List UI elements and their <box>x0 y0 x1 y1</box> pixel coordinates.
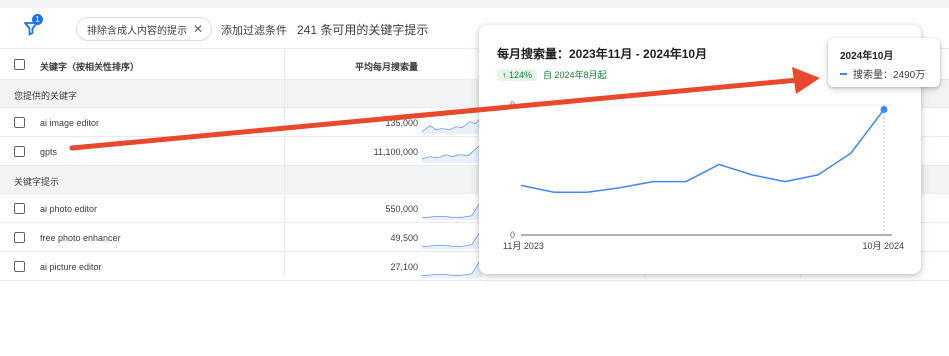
row-checkbox[interactable] <box>14 261 25 272</box>
row-checkbox[interactable] <box>14 203 25 214</box>
trend-sparkline[interactable] <box>422 141 482 163</box>
close-icon[interactable]: ✕ <box>193 22 203 36</box>
growth-indicator: ↑ 124% 自 2024年8月起 <box>497 67 607 82</box>
select-all-checkbox[interactable] <box>14 59 25 70</box>
series-line <box>520 109 885 193</box>
growth-badge: ↑ 124% <box>497 68 538 81</box>
add-filter-button[interactable]: 添加过滤条件 <box>221 22 287 38</box>
volume-cell: 550,000 <box>385 204 418 214</box>
trend-sparkline[interactable] <box>422 112 482 134</box>
trend-sparkline[interactable] <box>422 198 482 220</box>
volume-cell: 11,100,000 <box>373 147 418 157</box>
row-checkbox[interactable] <box>14 117 25 128</box>
keyword-cell: ai photo editor <box>40 204 98 214</box>
x-tick-start: 11月 2023 <box>503 241 544 251</box>
keyword-count: 241 条可用的关键字提示 <box>297 23 429 37</box>
volume-cell: 49,500 <box>390 233 418 243</box>
y-tick-zero: 0 <box>510 230 515 240</box>
y-tick-top: 0 <box>510 100 515 110</box>
column-divider <box>644 274 645 278</box>
arrow-up-icon: ↑ <box>502 69 507 80</box>
keyword-cell: ai image editor <box>40 118 100 128</box>
chart-tooltip: 2024年10月 搜索量：2490万 <box>828 38 940 87</box>
trend-sparkline[interactable] <box>422 256 482 278</box>
trend-sparkline[interactable] <box>422 227 482 249</box>
chip-label: 排除含成人内容的提示 <box>87 25 187 37</box>
group-label: 关键字提示 <box>14 177 60 187</box>
filter-count-badge: 1 <box>32 14 43 25</box>
volume-line-chart[interactable]: 0011月 2023 10月 2024 <box>479 85 921 255</box>
row-checkbox[interactable] <box>14 146 25 157</box>
column-divider <box>800 274 801 278</box>
x-tick-end: 10月 2024 <box>862 241 904 251</box>
column-header-volume[interactable]: 平均每月搜索量 <box>284 60 418 73</box>
group-label: 您提供的关键字 <box>14 91 78 101</box>
series-swatch <box>840 72 847 75</box>
tooltip-date: 2024年10月 <box>840 51 894 62</box>
volume-cell: 135,000 <box>385 118 418 128</box>
keyword-cell: ai picture editor <box>40 262 102 272</box>
column-header-keyword[interactable]: 关键字（按相关性排序） <box>40 60 139 73</box>
growth-percent: 124% <box>509 69 533 80</box>
tooltip-value: 搜索量：2490万 <box>853 70 926 81</box>
popover-title: 每月搜索量：2023年11月 - 2024年10月 <box>497 47 708 61</box>
volume-cell: 27,100 <box>390 262 418 272</box>
keyword-cell: gpts <box>40 147 58 157</box>
keyword-cell: free photo enhancer <box>40 233 121 243</box>
column-divider <box>284 48 285 276</box>
adult-content-filter-chip[interactable]: 排除含成人内容的提示 ✕ <box>76 17 213 41</box>
growth-since: 自 2024年8月起 <box>543 70 607 80</box>
top-strip <box>0 0 949 8</box>
row-checkbox[interactable] <box>14 232 25 243</box>
tooltip-series: 搜索量：2490万 <box>840 66 925 81</box>
data-point <box>880 106 888 114</box>
